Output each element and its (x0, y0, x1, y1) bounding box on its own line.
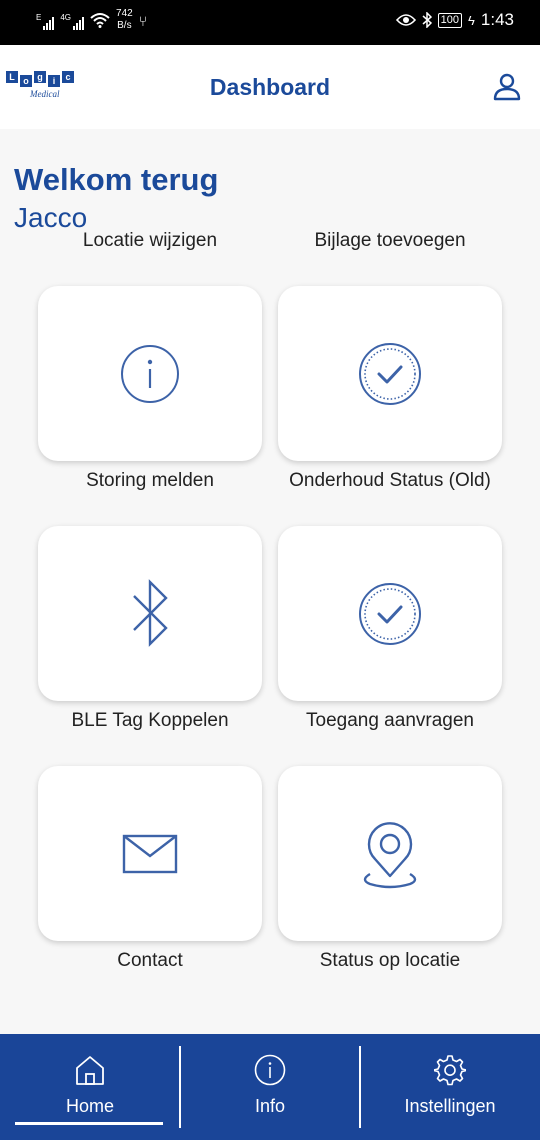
tile-toegang-aanvragen[interactable] (278, 526, 502, 701)
page-title: Dashboard (209, 74, 331, 100)
welcome-heading: Welkom terug (14, 162, 219, 197)
tile-label-ble-tag-koppelen: BLE Tag Koppelen (71, 710, 229, 731)
bluetooth-status-icon (422, 12, 432, 28)
tile-label-onderhoud-status: Onderhoud Status (Old) (289, 470, 491, 491)
signal-icon-2: 4G (60, 13, 85, 30)
charging-icon: ϟ (468, 12, 475, 28)
bottom-navigation: Home Info Instellingen (0, 1034, 540, 1140)
tile-label-storing-melden: Storing melden (86, 470, 214, 491)
bluetooth-icon (133, 578, 168, 647)
check-badge-icon (359, 582, 421, 645)
network-speed-value: 742 (116, 8, 133, 19)
check-badge-icon (359, 342, 421, 405)
clock: 1:43 (480, 10, 514, 29)
nav-settings[interactable]: Instellingen (360, 1034, 540, 1140)
battery-icon: 100 (437, 12, 463, 28)
network-type-label: E (36, 13, 42, 22)
nav-info-label: Info (254, 1096, 286, 1116)
nav-settings-label: Instellingen (404, 1096, 496, 1116)
battery-level: 100 (440, 13, 460, 26)
tile-label-bijlage-toevoegen[interactable]: Bijlage toevoegen (255, 230, 525, 252)
mail-icon (122, 834, 178, 873)
nav-active-indicator (15, 1122, 163, 1125)
home-icon (76, 1056, 104, 1085)
tile-ble-tag-koppelen[interactable] (38, 526, 262, 701)
eye-icon (395, 14, 416, 26)
network-type-label-2: 4G (60, 13, 72, 22)
info-circle-icon (121, 344, 179, 403)
profile-icon[interactable] (492, 72, 522, 102)
nav-home-label: Home (65, 1096, 114, 1116)
gear-icon (434, 1055, 466, 1086)
status-bar: E 4G 742 B/s ⑂ 100 ϟ 1:43 (0, 0, 540, 45)
location-pin-icon (363, 821, 417, 888)
app-bar: Logic Medical Dashboard (0, 45, 540, 129)
tile-contact[interactable] (38, 766, 262, 941)
tile-label-contact: Contact (117, 950, 183, 971)
signal-icon: E (36, 13, 55, 30)
info-icon (254, 1054, 286, 1086)
tile-status-op-locatie[interactable] (278, 766, 502, 941)
tile-label-locatie-wijzigen[interactable]: Locatie wijzigen (15, 230, 285, 252)
tile-storing-melden[interactable] (38, 286, 262, 461)
usb-icon: ⑂ (138, 13, 148, 29)
tile-onderhoud-status[interactable] (278, 286, 502, 461)
wifi-icon (90, 13, 110, 28)
network-speed: 742 B/s (116, 8, 133, 32)
network-speed-unit: B/s (117, 20, 132, 31)
nav-info[interactable]: Info (180, 1034, 360, 1140)
tile-label-status-op-locatie: Status op locatie (319, 950, 461, 971)
tile-label-toegang-aanvragen: Toegang aanvragen (306, 710, 474, 731)
